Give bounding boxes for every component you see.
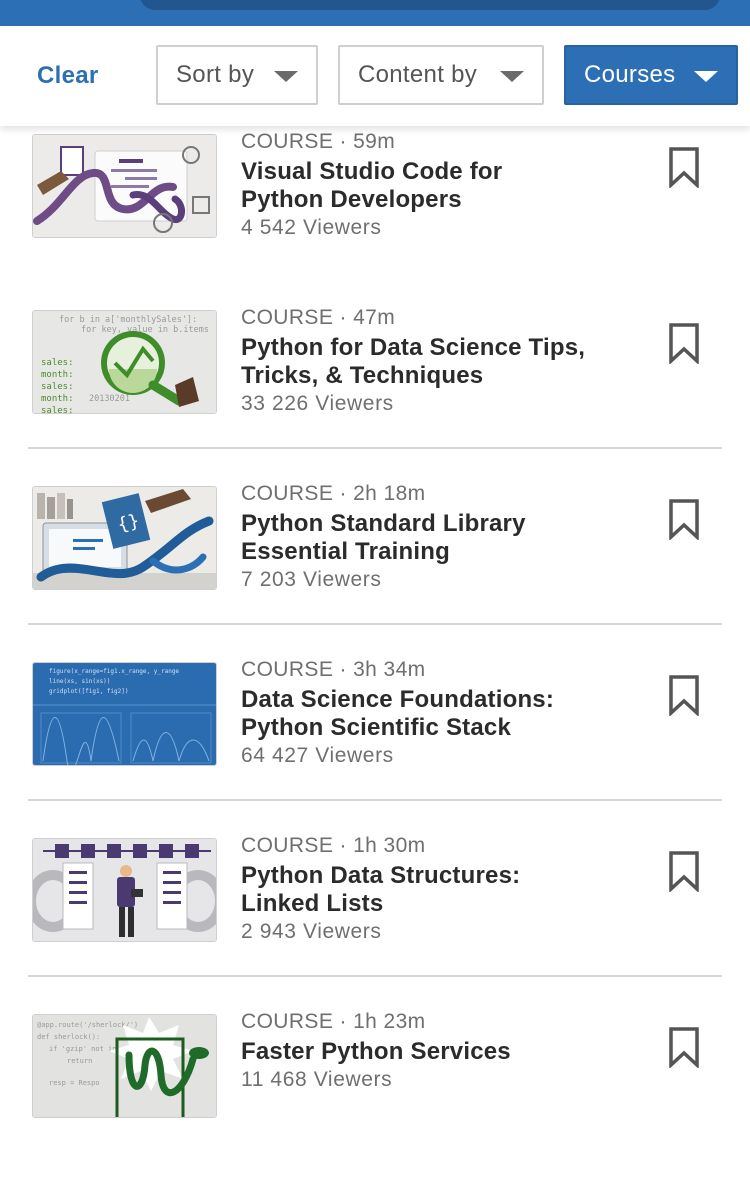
code-line: line(xs, sin(xs)) [49,678,110,685]
courses-label: Courses [584,61,676,88]
course-thumbnail [32,134,217,238]
code-line: sales: [41,358,74,368]
list-divider [28,623,722,625]
course-list-item[interactable]: {} COURSE · 2h 18m Python Standard Libra… [0,478,750,654]
course-title-line: Tricks, & Techniques [241,362,484,389]
course-type-duration: COURSE · 59m [241,130,396,153]
content-by-label: Content by [358,61,478,88]
clear-filters-button[interactable]: Clear [37,62,99,90]
course-viewers: 2 943 Viewers [241,920,382,943]
course-thumbnail [32,838,217,942]
bookmark-icon[interactable] [668,850,700,892]
code-line: sales: [41,406,74,414]
course-viewers: 7 203 Viewers [241,568,382,591]
code-line: figure(x_range=fig1.x_range, y_range [49,668,179,675]
course-title-line: Python Standard Library [241,510,526,537]
list-divider [28,975,722,977]
bookmark-icon[interactable] [668,498,700,540]
course-thumbnail: for b in a['monthlySales']: for key, val… [32,310,217,414]
course-info: COURSE · 47m Python for Data Science Tip… [241,306,641,418]
code-line: sales: [41,382,74,392]
code-line: if 'gzip' not in [49,1045,116,1053]
course-thumbnail: {} [32,486,217,590]
bookmark-icon[interactable] [668,146,700,188]
bookmark-icon[interactable] [668,322,700,364]
course-viewers: 64 427 Viewers [241,744,394,767]
sort-by-label: Sort by [176,61,255,88]
code-line: gridplot([fig1, fig2]) [49,688,128,695]
bookmark-icon[interactable] [668,1026,700,1068]
courses-dropdown[interactable]: Courses [564,45,738,105]
top-app-bar [0,0,750,26]
code-line: for b in a['monthlySales']: [59,315,197,325]
course-title-line: Essential Training [241,538,450,565]
course-info: COURSE · 2h 18m Python Standard Library E… [241,482,641,594]
chevron-down-icon [274,71,298,82]
course-title-line: Visual Studio Code for [241,158,503,185]
course-list-item[interactable]: COURSE · 1h 30m Python Data Structures: L… [0,830,750,1006]
course-type-duration: COURSE · 47m [241,306,396,329]
code-line: 20130201 [89,394,130,404]
course-info: COURSE · 1h 23m Faster Python Services 1… [241,1010,641,1094]
course-title-line: Data Science Foundations: [241,686,555,713]
course-title[interactable]: Python Data Structures: Linked Lists [241,862,641,918]
code-line: month: [41,370,74,380]
course-list-item[interactable]: COURSE · 59m Visual Studio Code for Pytho… [0,126,750,302]
bookmark-icon[interactable] [668,674,700,716]
course-thumbnail: figure(x_range=fig1.x_range, y_range lin… [32,662,217,766]
course-viewers: 33 226 Viewers [241,392,394,415]
search-bar[interactable] [140,0,720,10]
course-type-duration: COURSE · 3h 34m [241,658,426,681]
course-title[interactable]: Data Science Foundations: Python Scientif… [241,686,641,742]
course-title[interactable]: Faster Python Services [241,1038,641,1066]
chevron-down-icon [500,71,524,82]
filter-bar: Clear Sort by Content by Courses [0,26,750,126]
course-title-line: Python for Data Science Tips, [241,334,586,361]
code-line: return [67,1057,92,1065]
course-title[interactable]: Python for Data Science Tips, Tricks, & T… [241,334,641,390]
code-line: resp = Respo [49,1079,100,1087]
course-thumbnail: @app.route('/sherlock/') def sherlock():… [32,1014,217,1118]
course-title-line: Python Data Structures: [241,862,521,889]
course-viewers: 11 468 Viewers [241,1068,393,1091]
course-list-item[interactable]: @app.route('/sherlock/') def sherlock():… [0,1006,750,1182]
course-title-line: Python Developers [241,186,462,213]
list-divider [28,799,722,801]
course-title-line: Python Scientific Stack [241,714,512,741]
course-info: COURSE · 59m Visual Studio Code for Pytho… [241,130,641,242]
course-info: COURSE · 1h 30m Python Data Structures: L… [241,834,641,946]
code-line: def sherlock(): [37,1033,100,1041]
code-line: month: [41,394,74,404]
course-type-duration: COURSE · 1h 30m [241,834,426,857]
course-type-duration: COURSE · 2h 18m [241,482,426,505]
course-type-duration: COURSE · 1h 23m [241,1010,426,1033]
content-by-dropdown[interactable]: Content by [338,45,544,105]
course-list-item[interactable]: figure(x_range=fig1.x_range, y_range lin… [0,654,750,830]
course-title[interactable]: Visual Studio Code for Python Developers [241,158,641,214]
list-divider [28,447,722,449]
course-list-item[interactable]: for b in a['monthlySales']: for key, val… [0,302,750,478]
chevron-down-icon [694,71,718,82]
course-title[interactable]: Python Standard Library Essential Trainin… [241,510,641,566]
sort-by-dropdown[interactable]: Sort by [156,45,318,105]
course-title-line: Faster Python Services [241,1038,511,1065]
course-viewers: 4 542 Viewers [241,216,382,239]
course-info: COURSE · 3h 34m Data Science Foundations… [241,658,641,770]
code-line: @app.route('/sherlock/') [37,1021,138,1029]
course-title-line: Linked Lists [241,890,384,917]
